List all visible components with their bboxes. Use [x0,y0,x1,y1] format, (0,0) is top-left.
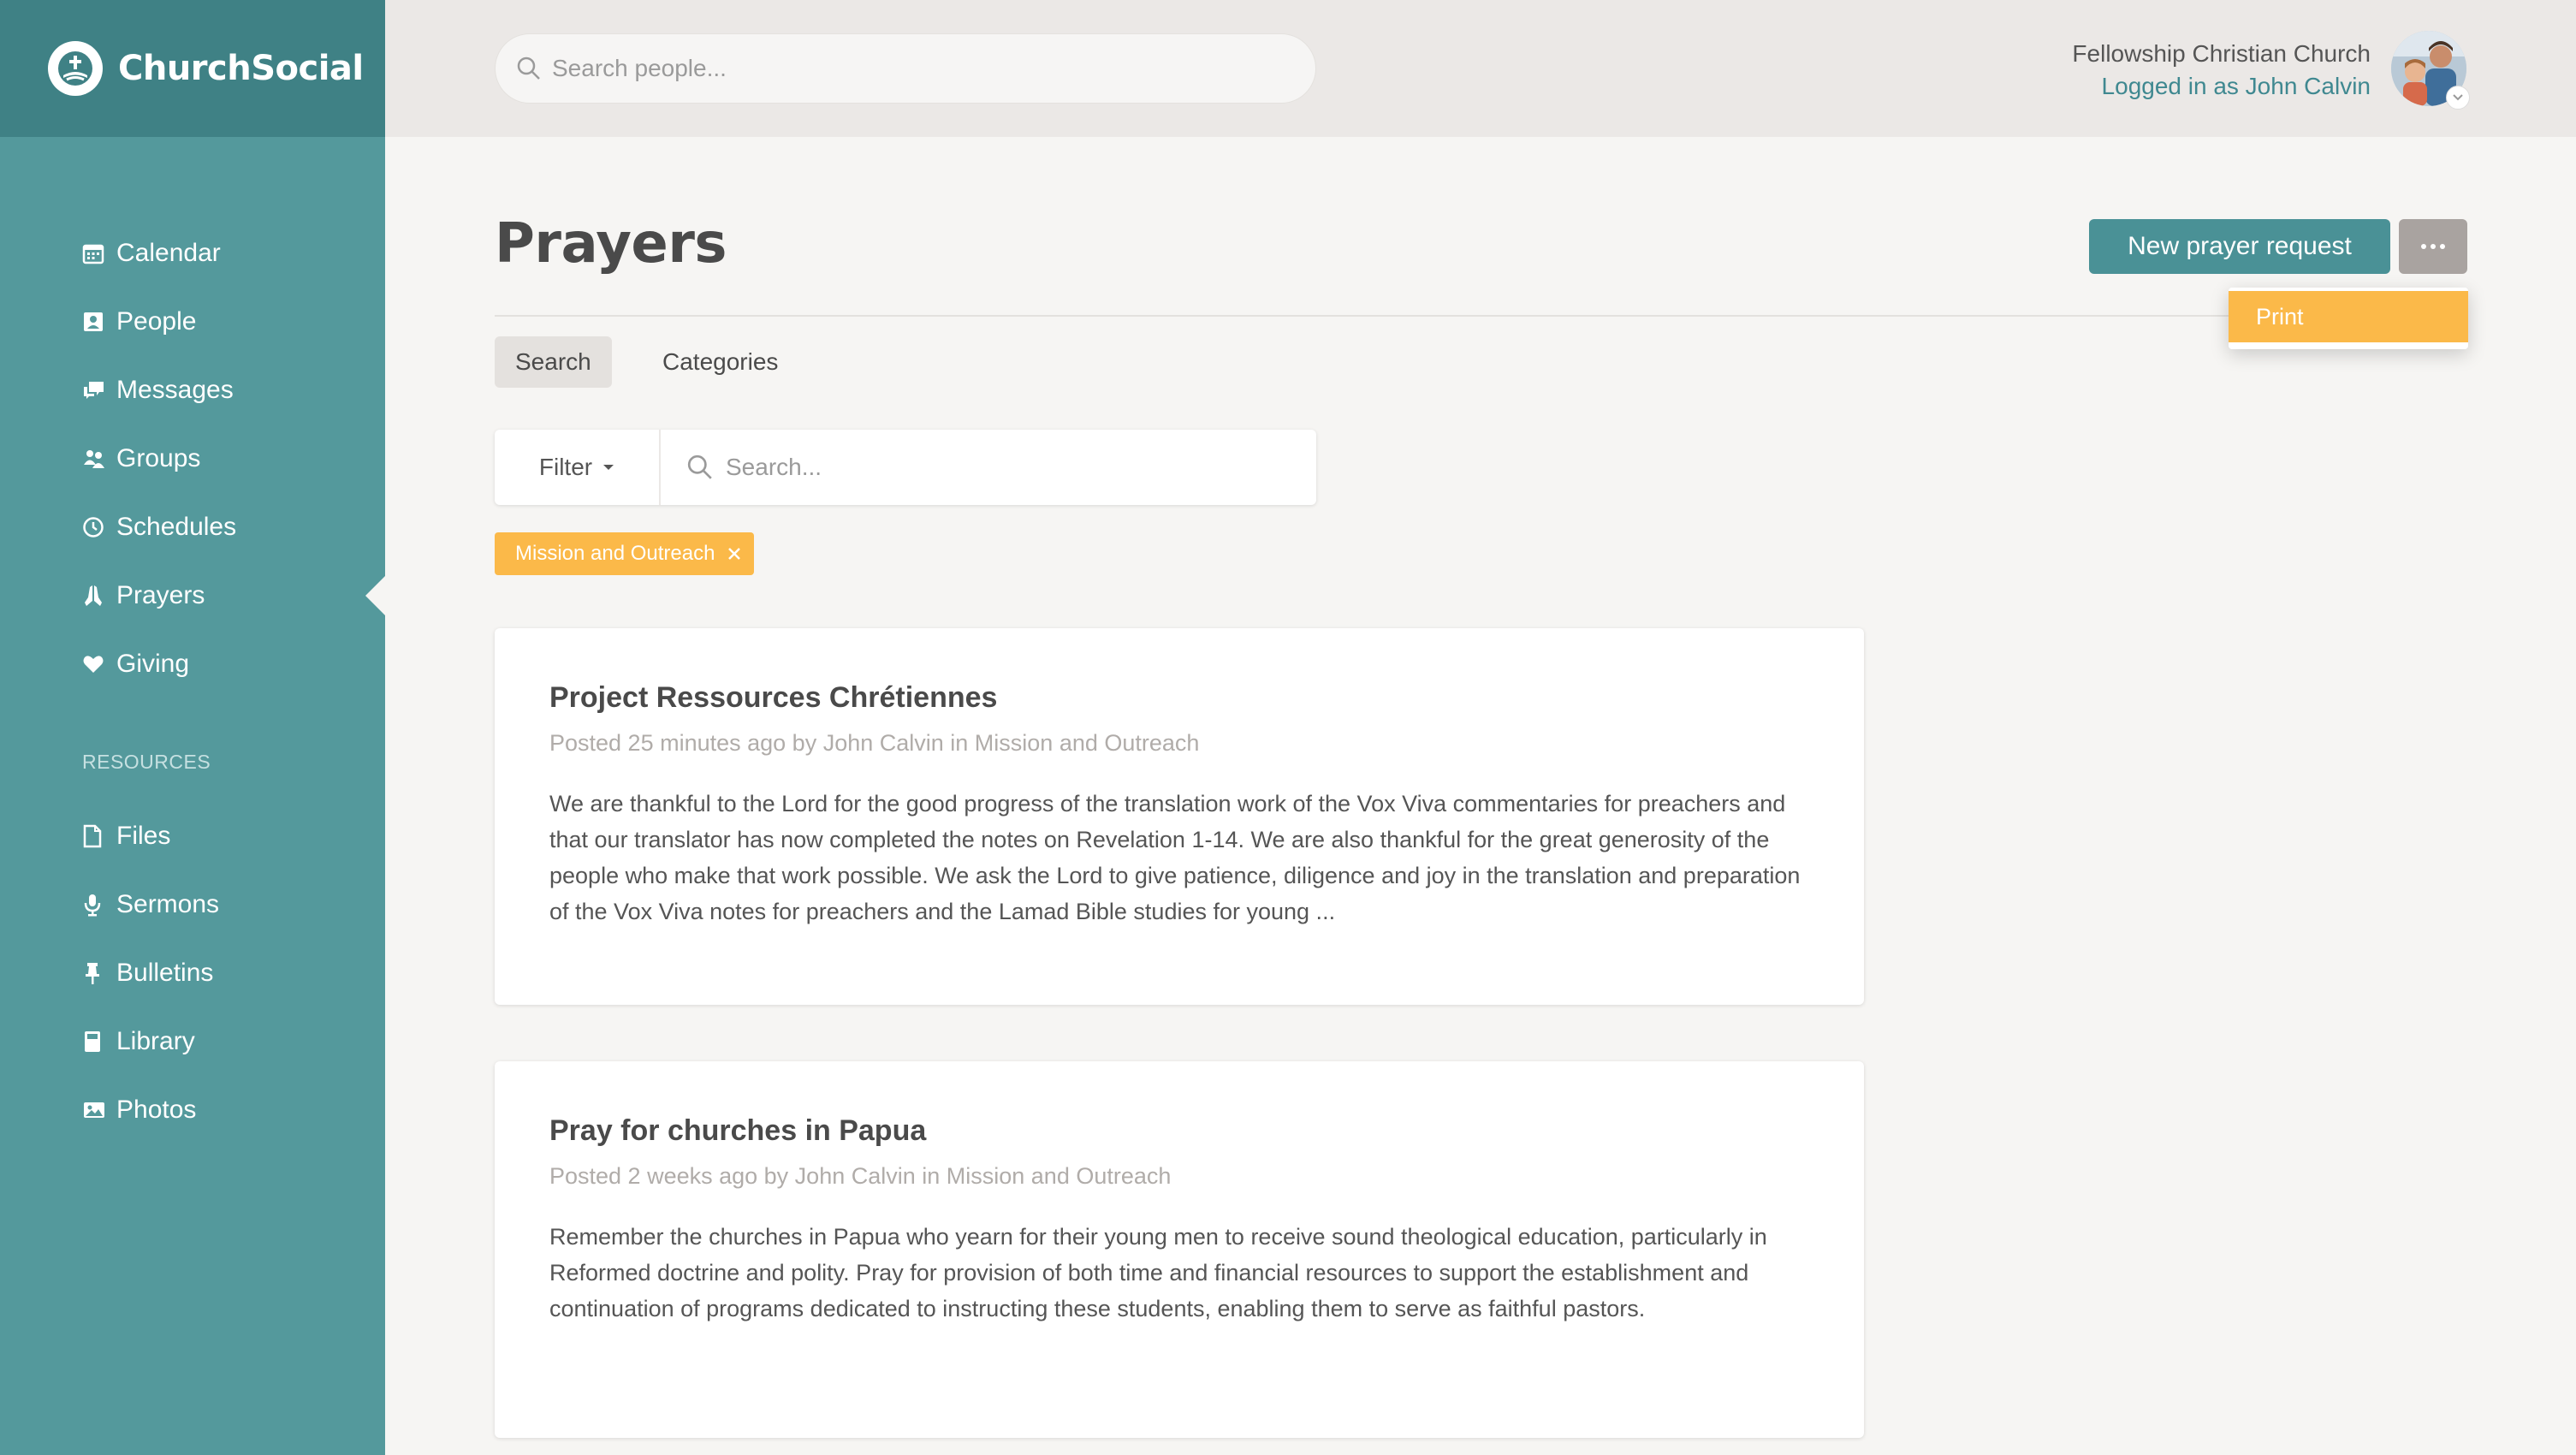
people-search-box[interactable] [495,33,1316,104]
sidebar-item-prayers[interactable]: Prayers [0,561,385,630]
sidebar-item-calendar[interactable]: Calendar [0,219,385,288]
close-icon[interactable] [727,546,742,561]
sidebar-item-label: Library [116,1027,195,1055]
people-search-input[interactable] [552,34,1315,103]
prayer-body: Remember the churches in Papua who yearn… [549,1224,1767,1321]
sidebar-item-people[interactable]: People [0,288,385,356]
print-menu-item[interactable]: Print [2229,291,2468,342]
more-options-button[interactable] [2399,219,2467,274]
search-icon [516,56,542,81]
resources-nav: Files Sermons Bulletins Library Photos [0,802,385,1144]
sidebar-item-label: Files [116,822,171,850]
prayer-title[interactable]: Project Ressources Chrétiennes [549,681,1809,715]
chevron-down-icon[interactable] [2446,86,2470,110]
sidebar-item-label: Giving [116,650,190,678]
divider [495,315,2466,317]
heart-icon [82,647,116,681]
filter-label: Filter [538,454,593,480]
filter-chip-label: Mission and Outreach [515,542,715,565]
new-prayer-request-button[interactable]: New prayer request [2089,219,2390,274]
filter-search-bar: Filter [495,430,1316,505]
sidebar-item-giving[interactable]: Giving [0,630,385,698]
sidebar-item-library[interactable]: Library [0,1007,385,1076]
book-icon [82,1024,116,1059]
sidebar-item-label: Sermons [116,890,220,918]
prayer-body: We are thankful to the Lord for the good… [549,791,1801,924]
pushpin-icon [82,956,116,990]
prayer-title[interactable]: Pray for churches in Papua [549,1114,1809,1148]
sidebar-item-files[interactable]: Files [0,802,385,870]
sidebar-item-label: Schedules [116,513,237,541]
sidebar-item-schedules[interactable]: Schedules [0,493,385,561]
prayer-search-input[interactable] [726,430,1316,505]
top-header: Fellowship Christian Church Logged in as… [385,0,2576,137]
brand-name: ChurchSocial [118,49,364,88]
prayer-card[interactable]: Project Ressources Chrétiennes Posted 25… [495,628,1864,1005]
ellipsis-dot [2431,244,2436,249]
chat-bubbles-icon [82,373,116,407]
sidebar-item-label: Messages [116,376,234,404]
sidebar-item-label: People [116,307,197,336]
microphone-icon [82,888,116,922]
sidebar-item-label: Bulletins [116,959,214,987]
file-icon [82,819,116,853]
filter-dropdown[interactable]: Filter [495,430,661,505]
calendar-icon [82,236,116,270]
sidebar-item-sermons[interactable]: Sermons [0,870,385,939]
image-icon [82,1093,116,1127]
sidebar-item-photos[interactable]: Photos [0,1076,385,1144]
person-card-icon [82,305,116,339]
tab-categories[interactable]: Categories [642,336,798,388]
sidebar-item-messages[interactable]: Messages [0,356,385,425]
sidebar: ChurchSocial Calendar People Messages Gr… [0,0,385,1455]
sidebar-item-label: Prayers [116,581,205,609]
main-nav: Calendar People Messages Groups Schedule… [0,219,385,698]
sidebar-item-label: Photos [116,1096,197,1124]
church-logo-icon [48,41,103,96]
page-title: Prayers [495,212,727,276]
logged-in-user-link[interactable]: Logged in as John Calvin [2072,70,2371,103]
ellipsis-dot [2440,244,2445,249]
sidebar-item-label: Groups [116,444,201,472]
brand[interactable]: ChurchSocial [0,0,385,137]
more-options-menu: Print [2229,288,2468,349]
prayer-meta: Posted 25 minutes ago by John Calvin in … [549,730,1200,756]
sidebar-item-bulletins[interactable]: Bulletins [0,939,385,1007]
search-icon [686,454,714,481]
tab-search[interactable]: Search [495,336,612,388]
caret-down-icon [602,463,614,472]
prayer-search-box[interactable] [661,430,1316,505]
prayer-card[interactable]: Pray for churches in Papua Posted 2 week… [495,1061,1864,1438]
ellipsis-dot [2421,244,2426,249]
sidebar-item-label: Calendar [116,239,221,267]
active-filter-chip: Mission and Outreach [495,532,755,575]
account-info: Fellowship Christian Church Logged in as… [2072,38,2371,103]
org-name: Fellowship Christian Church [2072,40,2371,67]
sidebar-item-groups[interactable]: Groups [0,425,385,493]
clock-icon [82,510,116,544]
group-icon [82,442,116,476]
resources-heading: RESOURCES [82,751,211,773]
prayer-meta: Posted 2 weeks ago by John Calvin in Mis… [549,1163,1172,1189]
praying-hands-icon [82,579,116,613]
